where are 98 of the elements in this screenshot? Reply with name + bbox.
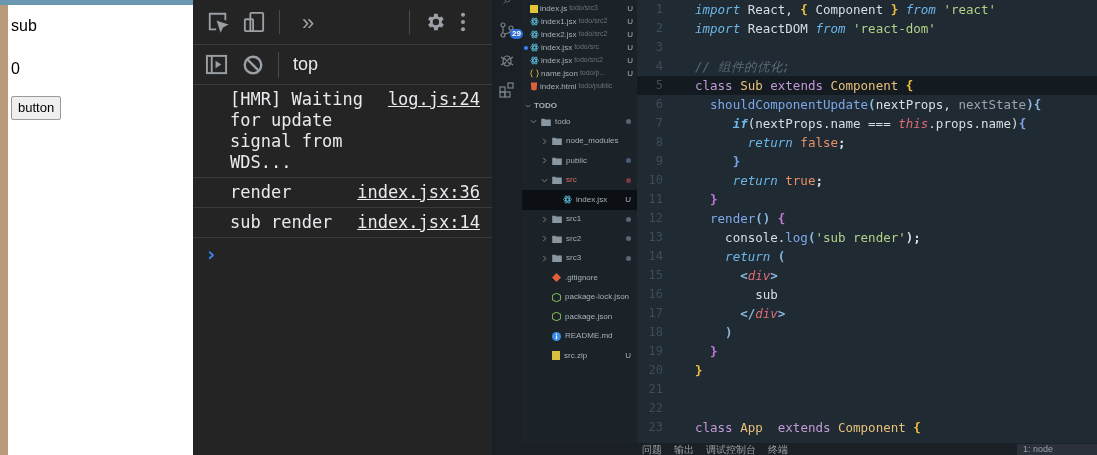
panel-tab[interactable]: 问题 [642, 444, 662, 455]
code-line: } [709, 191, 718, 209]
file-name: src3 [566, 252, 582, 265]
tree-item[interactable]: .gitignore [522, 268, 637, 288]
code-line: ) [724, 324, 733, 342]
code-line: shouldComponentUpdate(nextProps, nextState){ [709, 96, 1042, 114]
file-name: index.jsx [541, 41, 573, 54]
code-line: render() { [709, 210, 786, 228]
tree-item[interactable]: index.jsx U [522, 190, 637, 210]
tree-item[interactable]: src1 [522, 209, 637, 229]
status-letter: U [627, 28, 633, 41]
tree-item[interactable]: todo [522, 112, 637, 132]
status-letter: U [627, 41, 633, 54]
code-line: import ReactDOM from 'react-dom' [695, 20, 936, 38]
code-line: sub [754, 286, 778, 304]
braces-icon [530, 69, 539, 78]
chevron-icon [525, 102, 531, 109]
sub-text: sub [11, 16, 37, 36]
status-letter: U [627, 2, 633, 15]
diamond-icon [552, 273, 561, 283]
tree-item[interactable]: node_modules [522, 131, 637, 151]
more-tabs-button[interactable]: » [294, 5, 323, 39]
status-letter: U [627, 15, 633, 28]
message-text: [HMR] Waiting for update signal from WDS... [230, 89, 365, 173]
tree-item[interactable]: src [522, 170, 637, 190]
panel-tab[interactable]: 终端 [768, 444, 788, 455]
status-letter: U [627, 67, 633, 80]
code-line: if(nextProps.name === this.props.name){ [731, 115, 1027, 133]
file-name: index.jsx [576, 193, 608, 206]
message-text: render [230, 182, 293, 203]
tree-item[interactable]: README.md [522, 326, 637, 346]
js-file-icon [530, 4, 538, 13]
inspect-icon[interactable] [207, 11, 229, 33]
scm-badge: 29 [510, 29, 523, 39]
file-name: todo [555, 115, 571, 128]
status-letter: U [625, 193, 631, 206]
tree-item[interactable]: src3 [522, 248, 637, 268]
info-icon [552, 331, 561, 341]
terminal-selector[interactable]: 1: node [1017, 444, 1097, 455]
code-line: } [731, 153, 741, 171]
tree-item[interactable]: src2 [522, 229, 637, 249]
code-line: } [709, 343, 718, 361]
source-link[interactable]: log.js:24 [387, 89, 480, 173]
file-name: index1.jsx [541, 15, 577, 28]
file-name: index.jsx [541, 54, 573, 67]
file-name: name.json [541, 67, 578, 80]
page-button[interactable]: button [11, 96, 62, 120]
count-text: 0 [11, 59, 20, 79]
tree-item[interactable]: package-lock.json [522, 287, 637, 307]
console-prompt[interactable]: › [193, 238, 492, 265]
code-line: class Sub extends Component { [695, 77, 914, 95]
code-line: class App extends Component { [695, 419, 921, 437]
code-line: // 组件的优化; [695, 58, 791, 76]
context-selector[interactable]: top [293, 51, 319, 78]
section-title[interactable]: TODO [534, 99, 557, 112]
file-name: .gitignore [565, 271, 598, 284]
file-name: node_modules [566, 135, 619, 148]
file-name: src2 [566, 232, 582, 245]
clear-icon[interactable] [242, 53, 264, 76]
source-link[interactable]: index.jsx:36 [357, 182, 480, 203]
source-link[interactable]: index.jsx:14 [357, 212, 480, 233]
bug-icon[interactable] [499, 52, 515, 68]
folder-icon [552, 176, 562, 185]
tree-item[interactable]: package.json [522, 307, 637, 327]
file-name: src.zip [564, 349, 588, 362]
file-name: package-lock.json [565, 291, 630, 304]
message-text: sub render [230, 212, 334, 233]
code-line: return ( [724, 248, 786, 266]
file-name: README.md [565, 330, 613, 343]
zip-file-icon [552, 351, 560, 361]
folder-icon [552, 254, 562, 263]
tree-item[interactable]: src.zip U [522, 346, 637, 366]
panel-tab[interactable]: 调试控制台 [706, 444, 756, 455]
folder-icon [541, 117, 551, 126]
file-name: package.json [565, 310, 613, 323]
tree-item[interactable]: public [522, 151, 637, 171]
panel-tab[interactable]: 输出 [674, 444, 694, 455]
code-line: <div> [739, 267, 778, 285]
react-icon [563, 195, 572, 205]
code-line: return true; [731, 172, 823, 190]
status-letter: U [627, 54, 633, 67]
extensions-icon[interactable] [499, 82, 515, 98]
code-line: } [695, 362, 703, 380]
status-letter: U [625, 349, 631, 362]
html-file-icon [530, 82, 538, 91]
file-name: public [566, 154, 587, 167]
sidebar-toggle-icon[interactable] [205, 53, 228, 76]
code-line: </div> [739, 305, 786, 323]
device-toggle-icon[interactable] [243, 10, 265, 34]
code-line: return false; [746, 134, 846, 152]
file-name: index.html [540, 80, 577, 93]
menu-icon[interactable] [460, 11, 466, 33]
file-name: index.js [540, 2, 568, 15]
file-name: src [566, 174, 577, 187]
code-line: console.log('sub render'); [724, 229, 921, 247]
file-name: src1 [566, 213, 582, 226]
file-name: index2.jsx [541, 28, 577, 41]
code-line: import React, { Component } from 'react' [695, 1, 997, 19]
